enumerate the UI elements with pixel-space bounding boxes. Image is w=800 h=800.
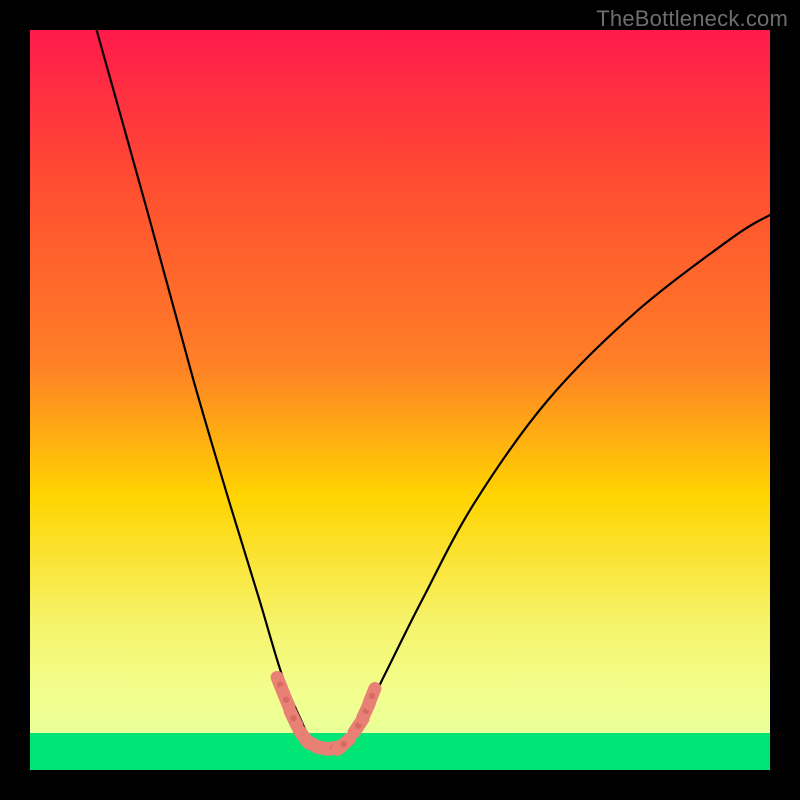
curve-marker-dot bbox=[341, 741, 347, 747]
bottleneck-chart bbox=[30, 30, 770, 770]
outer-frame: TheBottleneck.com bbox=[0, 0, 800, 800]
baseline-band bbox=[30, 733, 770, 770]
curve-marker-dot bbox=[283, 697, 289, 703]
curve-marker-dot bbox=[290, 715, 296, 721]
chart-svg bbox=[30, 30, 770, 770]
curve-marker-dot bbox=[369, 693, 375, 699]
watermark-text: TheBottleneck.com bbox=[596, 6, 788, 32]
gradient-background bbox=[30, 30, 770, 770]
